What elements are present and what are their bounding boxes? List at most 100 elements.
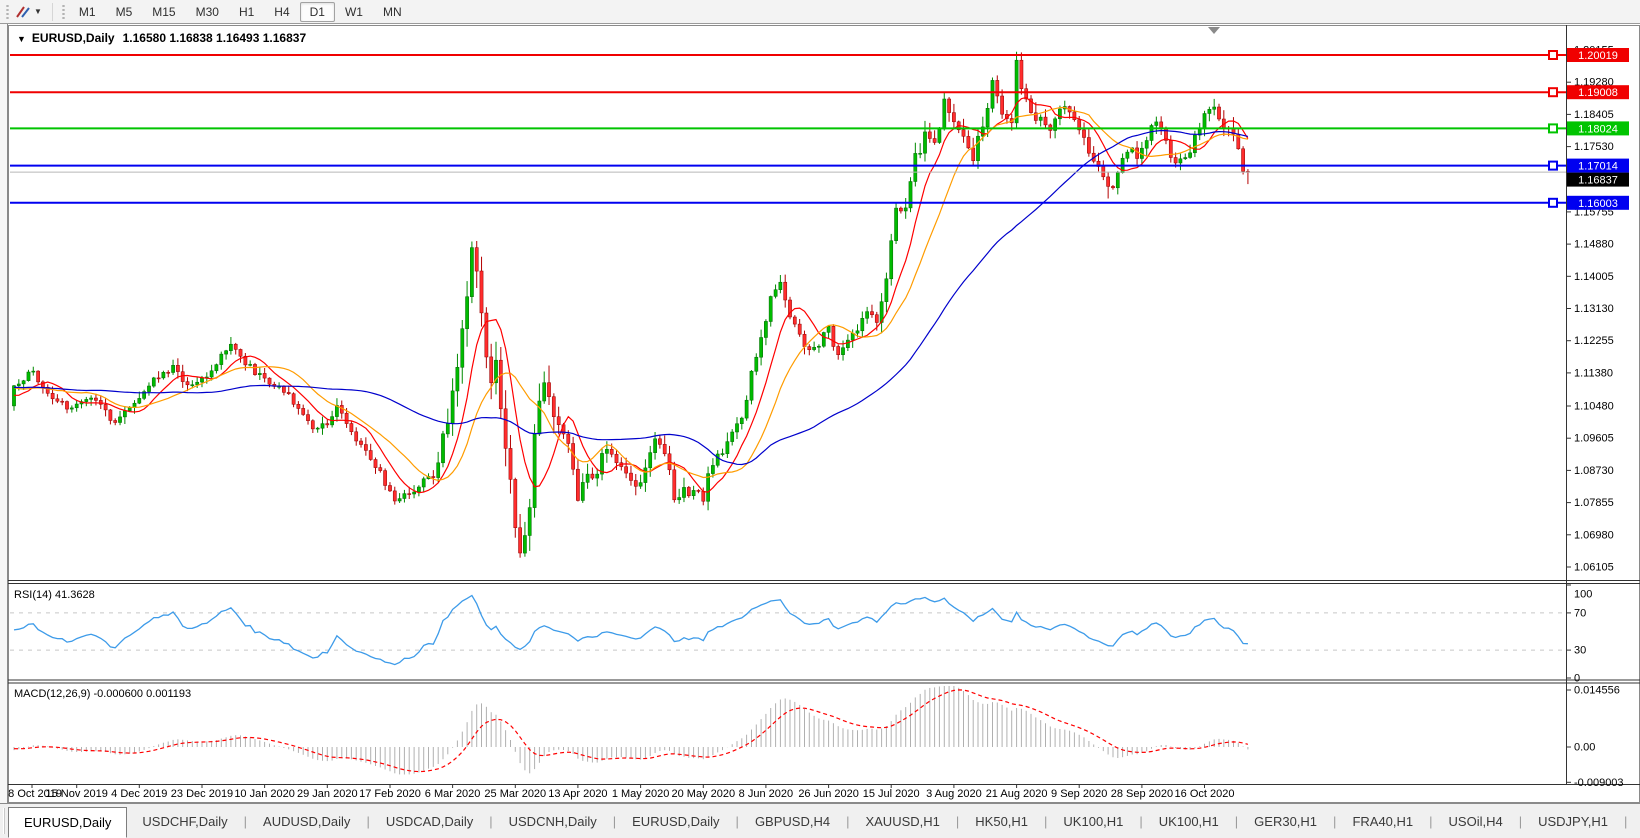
rsi-tick-label: 70 — [1574, 607, 1586, 619]
macd-tick-label: 0.00 — [1574, 742, 1595, 754]
timeframe-button-w1[interactable]: W1 — [335, 2, 373, 22]
toolbar-grip-2[interactable] — [61, 4, 66, 20]
price-tick-label: 1.17530 — [1574, 141, 1614, 153]
timeframe-button-d1[interactable]: D1 — [300, 2, 335, 22]
price-tick-label: 1.09605 — [1574, 433, 1614, 445]
level-handle[interactable] — [1549, 162, 1557, 170]
symbol-tab-usdcnh-daily[interactable]: USDCNH,Daily — [494, 804, 612, 838]
tabbar-grip[interactable] — [3, 808, 5, 834]
timeframe-button-mn[interactable]: MN — [373, 2, 412, 22]
mt4-window: ▼ M1M5M15M30H1H4D1W1MN 1.201551.192801.1… — [0, 0, 1640, 838]
timeframe-button-m5[interactable]: M5 — [106, 2, 143, 22]
symbol-tab-xauusd-h1[interactable]: XAUUSD,H1 — [850, 804, 954, 838]
symbol-tab-usdchf-daily[interactable]: USDCHF,Daily — [127, 804, 242, 838]
timeframe-button-h1[interactable]: H1 — [229, 2, 264, 22]
date-tick-label: 20 May 2020 — [671, 788, 735, 800]
date-tick-label: 10 Jan 2020 — [234, 788, 295, 800]
price-tick-label: 1.07855 — [1574, 497, 1614, 509]
symbol-tab-eurusd-daily[interactable]: EURUSD,Daily — [8, 807, 127, 838]
price-tick-label: 1.08730 — [1574, 465, 1614, 477]
level-handle[interactable] — [1549, 51, 1557, 59]
symbol-tab-usoil-h4[interactable]: USOil,H4 — [1434, 804, 1518, 838]
symbol-tab-uk100-h1[interactable]: UK100,H1 — [1144, 804, 1234, 838]
toolbar-separator — [52, 3, 53, 21]
symbol-tab-dj30-daily[interactable]: DJ30,Daily — [1628, 804, 1640, 838]
date-tick-label: 15 Nov 2019 — [46, 788, 108, 800]
horizontal-levels[interactable] — [10, 51, 1566, 207]
symbol-tab-uk100-h1[interactable]: UK100,H1 — [1048, 804, 1138, 838]
price-tick-label: 1.14005 — [1574, 271, 1614, 283]
macd-tick-label: 0.014556 — [1574, 685, 1620, 697]
moving-average-8 — [14, 98, 1248, 493]
rsi-tick-label: 0 — [1574, 673, 1580, 685]
timeframe-button-m15[interactable]: M15 — [142, 2, 185, 22]
symbol-tab-usdjpy-h1[interactable]: USDJPY,H1 — [1523, 804, 1623, 838]
price-badges: 1.200191.190081.180241.170141.168371.160… — [1567, 48, 1629, 210]
symbol-tab-eurusd-daily[interactable]: EURUSD,Daily — [617, 804, 734, 838]
toolbar: ▼ M1M5M15M30H1H4D1W1MN — [0, 0, 1640, 24]
macd-pane[interactable]: 0.0145560.00-0.009003 — [14, 685, 1624, 789]
price-tick-label: 1.12255 — [1574, 335, 1614, 347]
chart-title: ▼ EURUSD,Daily 1.16580 1.16838 1.16493 1.1… — [17, 31, 306, 45]
macd-signal-line — [14, 690, 1248, 772]
ohlc-values: 1.16580 1.16838 1.16493 1.16837 — [123, 31, 307, 45]
date-tick-label: 25 Mar 2020 — [484, 788, 546, 800]
dropdown-caret-icon[interactable]: ▼ — [34, 7, 42, 16]
price-tick-label: 1.10480 — [1574, 401, 1614, 413]
price-tick-label: 1.06105 — [1574, 562, 1614, 574]
date-tick-label: 29 Jan 2020 — [297, 788, 358, 800]
date-tick-label: 28 Sep 2020 — [1111, 788, 1173, 800]
rsi-line — [14, 596, 1248, 665]
symbol-tab-ger30-h1[interactable]: GER30,H1 — [1239, 804, 1332, 838]
level-price-badge: 1.20019 — [1578, 50, 1618, 62]
timeframe-buttons: M1M5M15M30H1H4D1W1MN — [69, 2, 412, 22]
level-handle[interactable] — [1549, 88, 1557, 96]
toolbar-grip[interactable] — [5, 4, 10, 20]
level-price-badge: 1.18024 — [1578, 123, 1618, 135]
symbol-tabs: EURUSD,DailyUSDCHF,Daily|AUDUSD,Daily|US… — [8, 804, 1640, 838]
price-tick-label: 1.11380 — [1574, 367, 1613, 379]
chart-shift-marker[interactable] — [1208, 27, 1220, 34]
date-tick-label: 8 Jun 2020 — [739, 788, 793, 800]
symbol-tabbar: EURUSD,DailyUSDCHF,Daily|AUDUSD,Daily|US… — [0, 803, 1640, 838]
left-gutter — [0, 24, 8, 803]
date-tick-label: 9 Sep 2020 — [1051, 788, 1107, 800]
chart-menu-marker-icon[interactable]: ▼ — [17, 34, 26, 44]
date-tick-label: 21 Aug 2020 — [986, 788, 1048, 800]
draw-tool-button[interactable]: ▼ — [13, 4, 47, 20]
symbol-tab-hk50-h1[interactable]: HK50,H1 — [960, 804, 1043, 838]
date-tick-label: 3 Aug 2020 — [926, 788, 982, 800]
draw-tool-icon — [15, 5, 33, 19]
rsi-tick-label: 100 — [1574, 589, 1592, 601]
timeframe-button-h4[interactable]: H4 — [264, 2, 299, 22]
symbol-tab-fra40-h1[interactable]: FRA40,H1 — [1337, 804, 1428, 838]
date-tick-label: 17 Feb 2020 — [359, 788, 421, 800]
moving-average-16 — [14, 108, 1248, 481]
rsi-tick-label: 30 — [1574, 645, 1586, 657]
level-handle[interactable] — [1549, 124, 1557, 132]
level-handle[interactable] — [1549, 199, 1557, 207]
level-price-badge: 1.19008 — [1578, 87, 1618, 99]
date-tick-label: 4 Dec 2019 — [111, 788, 167, 800]
rsi-pane[interactable]: 100 70 30 0 — [10, 585, 1592, 685]
date-tick-label: 6 Mar 2020 — [425, 788, 481, 800]
symbol-period-label: EURUSD,Daily — [32, 31, 115, 45]
macd-indicator-label: MACD(12,26,9) -0.000600 0.001193 — [14, 688, 191, 700]
price-tick-label: 1.06980 — [1574, 529, 1614, 541]
chart-canvas[interactable]: 1.201551.192801.184051.175301.166551.157… — [0, 0, 1640, 803]
date-tick-label: 1 May 2020 — [612, 788, 669, 800]
symbol-tab-audusd-daily[interactable]: AUDUSD,Daily — [248, 804, 365, 838]
price-tick-label: 1.18405 — [1574, 109, 1614, 121]
date-tick-label: 16 Oct 2020 — [1175, 788, 1235, 800]
moving-average-50 — [14, 131, 1248, 465]
date-tick-label: 15 Jul 2020 — [863, 788, 920, 800]
symbol-tab-gbpusd-h4[interactable]: GBPUSD,H4 — [740, 804, 845, 838]
date-tick-label: 26 Jun 2020 — [798, 788, 859, 800]
price-tick-label: 1.13130 — [1574, 303, 1614, 315]
symbol-tab-usdcad-daily[interactable]: USDCAD,Daily — [371, 804, 488, 838]
chart-frame — [8, 25, 1640, 803]
time-axis[interactable]: 28 Oct 201915 Nov 20194 Dec 201923 Dec 2… — [2, 784, 1234, 800]
timeframe-button-m30[interactable]: M30 — [186, 2, 229, 22]
level-price-badge: 1.17014 — [1578, 161, 1618, 173]
timeframe-button-m1[interactable]: M1 — [69, 2, 106, 22]
